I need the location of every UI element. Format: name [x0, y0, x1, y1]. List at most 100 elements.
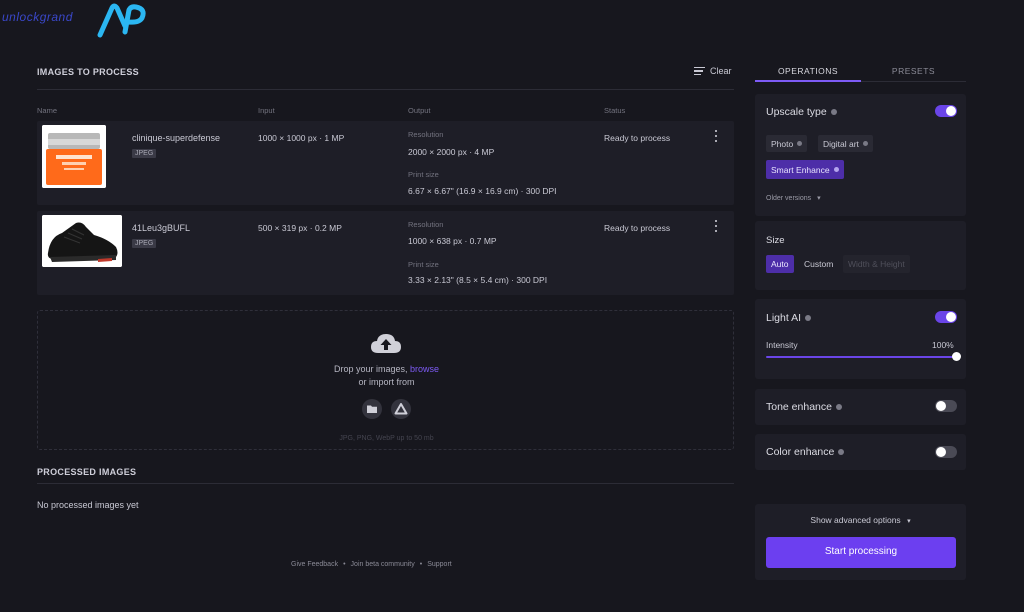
resolution-value: 1000 × 638 px · 0.7 MP — [408, 236, 497, 246]
resolution-label: Resolution — [408, 220, 444, 229]
divider — [37, 483, 734, 484]
format-badge: JPEG — [132, 149, 157, 158]
input-info: 1000 × 1000 px · 1 MP — [258, 133, 345, 143]
input-info: 500 × 319 px · 0.2 MP — [258, 223, 342, 233]
file-name: clinique-superdefense — [132, 133, 221, 143]
light-ai-title: Light AI — [766, 312, 812, 324]
advanced-options-label: Show advanced options — [810, 515, 901, 525]
toggle-knob — [936, 401, 946, 411]
support-link[interactable]: Support — [427, 561, 452, 568]
info-icon — [862, 141, 868, 146]
info-icon[interactable] — [835, 404, 842, 410]
join-community-link[interactable]: Join beta community — [351, 561, 415, 568]
intensity-slider-handle[interactable] — [952, 352, 961, 361]
toggle-knob — [936, 447, 946, 457]
color-enhance-card: Color enhance — [755, 434, 966, 470]
older-versions-label: Older versions — [766, 195, 812, 202]
action-card: Show advanced options ▾ Start processing — [755, 504, 966, 580]
brand-logo-icon[interactable] — [96, 2, 152, 38]
processed-empty-text: No processed images yet — [37, 500, 139, 510]
clear-button[interactable]: Clear — [694, 66, 732, 76]
import-from-text: or import from — [358, 377, 415, 387]
info-icon[interactable] — [805, 315, 812, 321]
chevron-down-icon: ▾ — [817, 195, 821, 202]
thumbnail-clinique — [42, 125, 106, 188]
light-ai-toggle[interactable] — [935, 311, 957, 323]
tab-operations[interactable]: OPERATIONS — [755, 60, 861, 82]
cloud-upload-icon — [371, 334, 401, 353]
info-icon — [833, 167, 839, 172]
upscale-type-label: Upscale type — [766, 106, 827, 118]
tone-enhance-card: Tone enhance — [755, 389, 966, 425]
print-size-label: Print size — [408, 170, 439, 179]
print-size-value: 3.33 × 2.13" (8.5 × 5.4 cm) · 300 DPI — [408, 275, 548, 285]
more-options-icon[interactable] — [714, 130, 718, 142]
print-size-label: Print size — [408, 260, 439, 269]
start-processing-button[interactable]: Start processing — [766, 537, 956, 568]
sneaker-icon — [42, 215, 122, 267]
tab-presets[interactable]: PRESETS — [861, 60, 966, 82]
thumbnail-sneaker — [42, 215, 122, 267]
upscale-option-digital-art[interactable]: Digital art — [818, 135, 873, 152]
size-card: Size Auto Custom Width & Height — [755, 221, 966, 290]
divider — [37, 89, 734, 90]
give-feedback-link[interactable]: Give Feedback — [291, 561, 338, 568]
intensity-label: Intensity — [766, 340, 798, 350]
tone-enhance-label: Tone enhance — [766, 401, 832, 413]
footer-links: Give Feedback • Join beta community • Su… — [291, 561, 452, 568]
intensity-slider-track[interactable] — [766, 356, 956, 358]
info-icon[interactable] — [838, 449, 845, 455]
chip-label: Photo — [771, 139, 794, 149]
column-header-status: Status — [604, 106, 626, 115]
upscale-type-toggle[interactable] — [935, 105, 957, 117]
older-versions-dropdown[interactable]: Older versions ▾ — [766, 194, 821, 202]
folder-icon — [367, 405, 377, 413]
resolution-label: Resolution — [408, 130, 444, 139]
status-text: Ready to process — [604, 223, 671, 233]
size-option-auto[interactable]: Auto — [766, 255, 794, 273]
images-to-process-title: IMAGES TO PROCESS — [37, 67, 139, 77]
footer-separator: • — [343, 561, 346, 568]
table-row[interactable]: 41Leu3gBUFL JPEG 500 × 319 px · 0.2 MP R… — [37, 211, 734, 295]
show-advanced-options[interactable]: Show advanced options ▾ — [755, 515, 966, 525]
clear-list-icon — [694, 67, 705, 75]
footer-separator: • — [419, 561, 423, 568]
operations-presets-tabs: OPERATIONS PRESETS — [755, 60, 966, 82]
color-enhance-title: Color enhance — [766, 446, 845, 458]
processed-images-title: PROCESSED IMAGES — [37, 467, 137, 477]
upscale-option-photo[interactable]: Photo — [766, 135, 808, 152]
top-bar: unlockgrand — [0, 0, 1024, 38]
logo-text: unlockgrand — [2, 10, 73, 24]
intensity-value: 100% — [932, 340, 954, 350]
upload-dropzone[interactable]: Drop your images, browse or import from … — [37, 310, 734, 450]
clear-label: Clear — [710, 66, 732, 76]
toggle-knob — [946, 312, 956, 322]
tone-enhance-title: Tone enhance — [766, 401, 842, 413]
column-header-output: Output — [408, 106, 431, 115]
more-options-icon[interactable] — [714, 220, 718, 232]
import-folder-button[interactable] — [362, 399, 382, 419]
size-option-custom[interactable]: Custom — [799, 255, 838, 273]
google-drive-icon — [394, 403, 408, 415]
tone-enhance-toggle[interactable] — [935, 400, 957, 412]
status-text: Ready to process — [604, 133, 671, 143]
color-enhance-toggle[interactable] — [935, 446, 957, 458]
file-name: 41Leu3gBUFL — [132, 223, 191, 233]
import-google-drive-button[interactable] — [391, 399, 411, 419]
chip-label: Smart Enhance — [771, 165, 830, 175]
resolution-value: 2000 × 2000 px · 4 MP — [408, 147, 495, 157]
print-size-value: 6.67 × 6.67" (16.9 × 16.9 cm) · 300 DPI — [408, 186, 557, 196]
info-icon[interactable] — [830, 109, 837, 115]
light-ai-card: Light AI Intensity 100% — [755, 299, 966, 379]
cosmetic-jar-icon — [42, 125, 106, 188]
upscale-option-smart-enhance[interactable]: Smart Enhance — [766, 160, 844, 179]
drop-text: Drop your images, — [333, 364, 408, 374]
table-row[interactable]: clinique-superdefense JPEG 1000 × 1000 p… — [37, 121, 734, 205]
drop-instructions: Drop your images, browse — [38, 364, 735, 374]
browse-link[interactable]: browse — [410, 364, 439, 374]
chip-label: Digital art — [823, 139, 859, 149]
supported-formats: JPG, PNG, WebP up to 50 mb — [339, 435, 434, 442]
color-enhance-label: Color enhance — [766, 446, 835, 458]
width-height-field[interactable]: Width & Height — [843, 255, 910, 273]
upscale-type-title: Upscale type — [766, 106, 837, 118]
